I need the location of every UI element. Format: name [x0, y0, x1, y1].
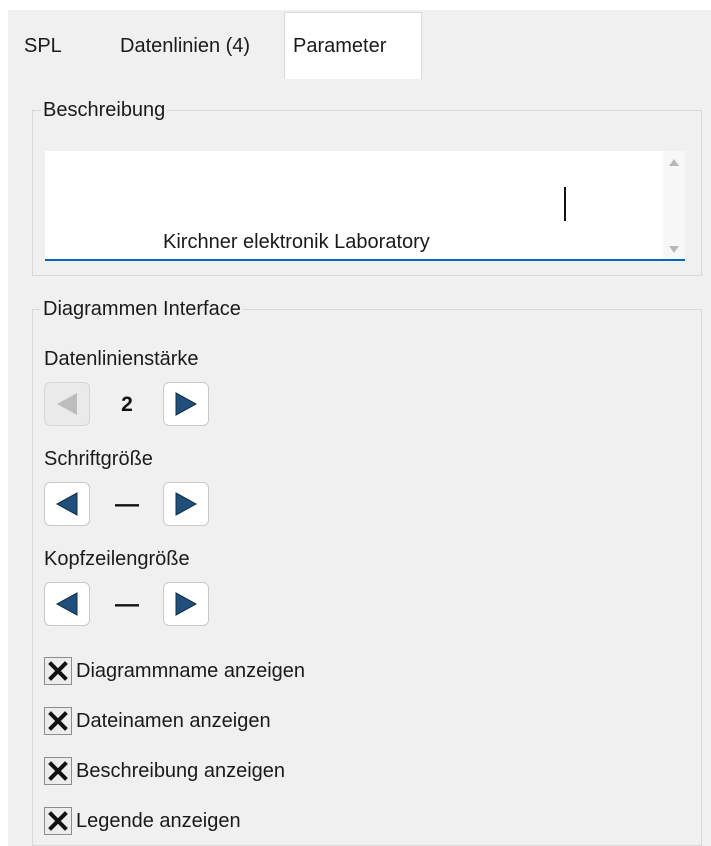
show-diagram-name-checkbox[interactable] [44, 657, 72, 685]
show-diagram-name-label: Diagrammname anzeigen [76, 659, 306, 682]
x-mark-icon [48, 661, 68, 681]
line-width-increase-button[interactable] [163, 382, 209, 426]
header-size-decrease-button[interactable] [44, 582, 90, 626]
scroll-up-arrow-icon[interactable] [669, 159, 679, 166]
show-legend-row[interactable]: Legende anzeigen [44, 806, 241, 836]
triangle-left-icon [55, 592, 78, 616]
font-size-decrease-button[interactable] [44, 482, 90, 526]
triangle-right-icon [175, 592, 198, 616]
x-mark-icon [48, 761, 68, 781]
line-width-decrease-button[interactable] [44, 382, 90, 426]
line-width-value: 2 [121, 393, 133, 416]
show-legend-checkbox[interactable] [44, 807, 72, 835]
header-size-value: — [115, 591, 139, 618]
show-filenames-checkbox[interactable] [44, 707, 72, 735]
show-diagram-name-row[interactable]: Diagrammname anzeigen [44, 656, 305, 686]
font-size-value: — [115, 491, 139, 518]
show-description-label: Beschreibung anzeigen [76, 759, 286, 782]
text-caret [564, 187, 566, 221]
tab-bar: SPL Datenlinien (4) Parameter [8, 10, 711, 79]
header-size-label: Kopfzeilengröße [44, 548, 190, 570]
description-text: Kirchner elektronik Laboratory [163, 231, 430, 253]
diagram-interface-group: Diagrammen Interface Datenlinienstärke 2… [32, 298, 702, 846]
triangle-left-icon [55, 492, 78, 516]
font-size-increase-button[interactable] [163, 482, 209, 526]
header-size-increase-button[interactable] [163, 582, 209, 626]
description-scrollbar[interactable] [663, 151, 685, 259]
tab-datenlinien[interactable]: Datenlinien (4) [106, 16, 286, 77]
show-legend-label: Legende anzeigen [76, 809, 241, 832]
font-size-label: Schriftgröße [44, 448, 153, 470]
triangle-left-icon [57, 393, 77, 415]
parameters-window: SPL Datenlinien (4) Parameter Beschreibu… [8, 10, 711, 846]
triangle-right-icon [175, 492, 198, 516]
show-description-row[interactable]: Beschreibung anzeigen [44, 756, 285, 786]
x-mark-icon [48, 811, 68, 831]
parameters-panel: Beschreibung Kirchner elektronik Laborat… [8, 78, 711, 846]
line-width-label: Datenlinienstärke [44, 348, 199, 370]
triangle-right-icon [175, 392, 198, 416]
diagram-interface-group-title: Diagrammen Interface [41, 298, 243, 320]
tab-spl[interactable]: SPL [10, 16, 100, 77]
description-group-title: Beschreibung [41, 99, 168, 121]
tab-parameter[interactable]: Parameter [284, 12, 422, 79]
description-textarea[interactable]: Kirchner elektronik Laboratory [45, 151, 685, 261]
show-filenames-row[interactable]: Dateinamen anzeigen [44, 706, 271, 736]
show-description-checkbox[interactable] [44, 757, 72, 785]
show-filenames-label: Dateinamen anzeigen [76, 709, 271, 732]
x-mark-icon [48, 711, 68, 731]
scroll-down-arrow-icon[interactable] [669, 246, 679, 253]
description-group: Beschreibung Kirchner elektronik Laborat… [32, 99, 702, 276]
